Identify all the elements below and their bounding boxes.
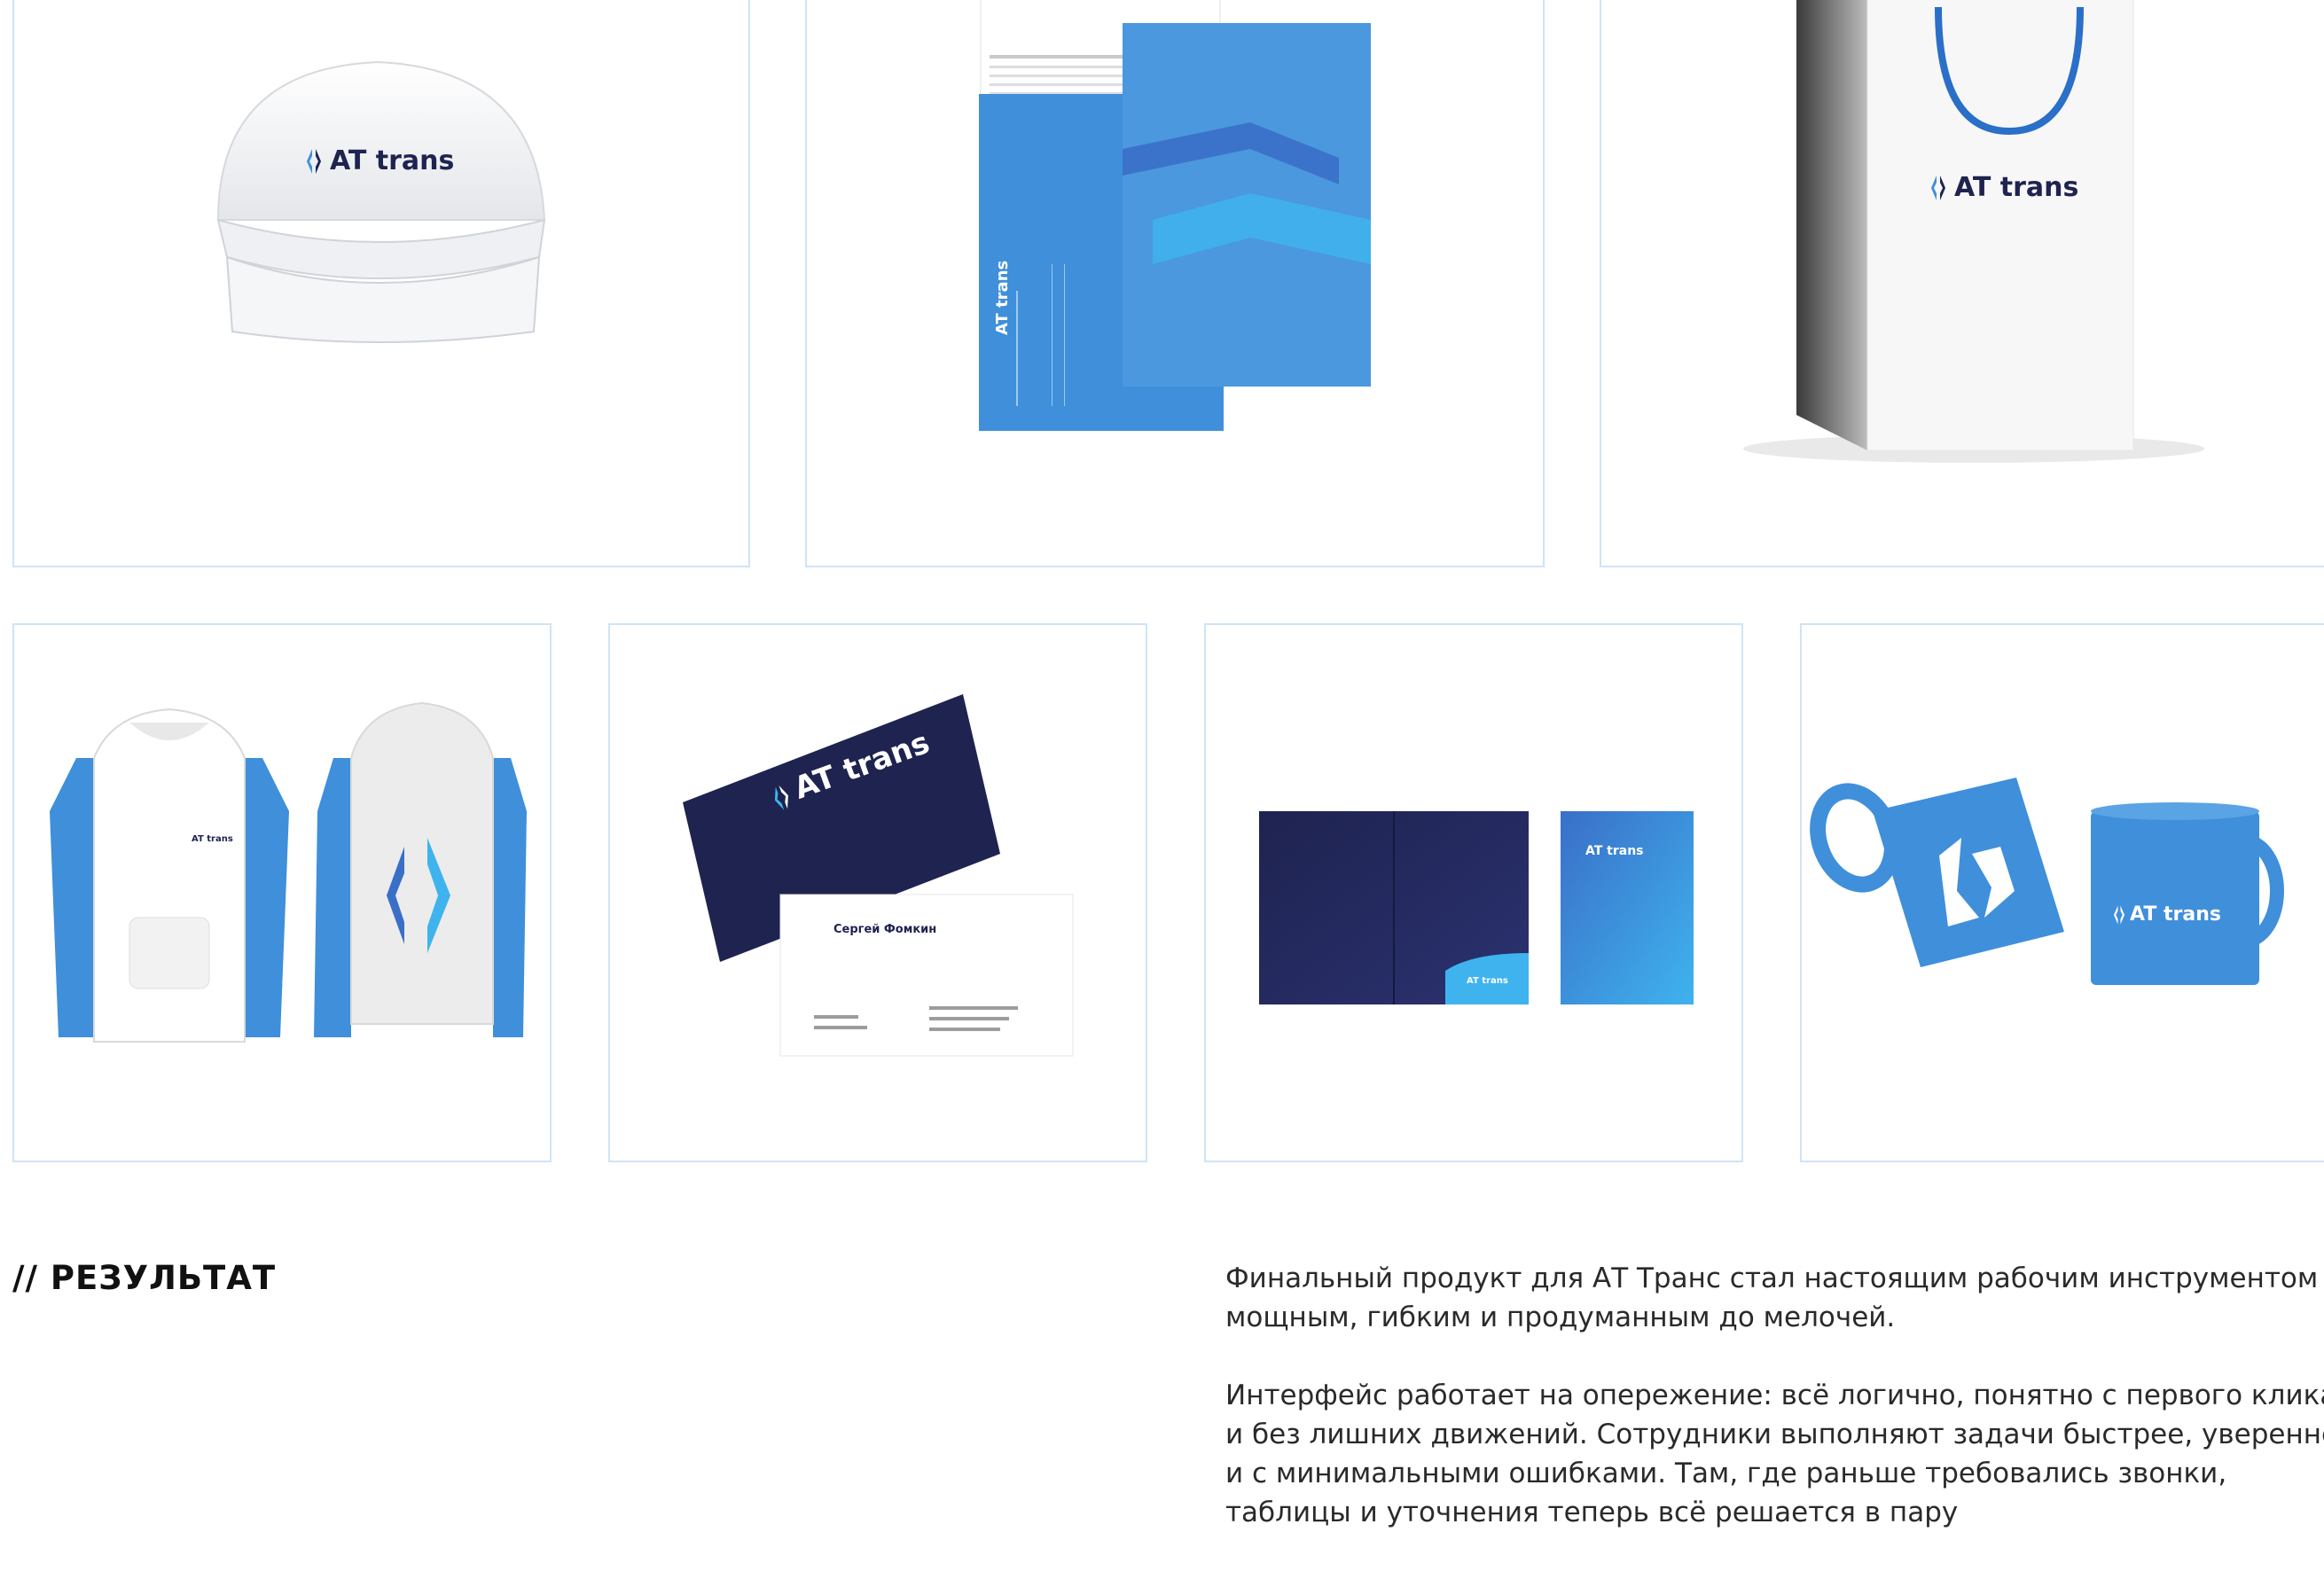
business-cards-illustration: [683, 694, 1074, 1057]
merch-card-bag: AT trans: [1600, 0, 2324, 567]
merch-card-folder: AT trans AT trans: [1204, 623, 1743, 1162]
result-paragraph-1: Финальный продукт для АТ Транс стал наст…: [1225, 1262, 2324, 1333]
merch-card-cap: AT trans: [12, 0, 750, 567]
cap-logo: AT trans: [307, 145, 454, 176]
folder-pocket-logo: AT trans: [1467, 976, 1508, 986]
result-section-title: // РЕЗУЛЬТАТ: [12, 1259, 277, 1297]
mugs-illustration: [1810, 778, 2284, 985]
mug-logo: AT trans: [2114, 903, 2221, 926]
stationery-illustration: [979, 0, 1371, 431]
bag-logo: AT trans: [1931, 172, 2078, 203]
envelope-logo: AT trans: [993, 260, 1012, 335]
at-trans-logo-mark-icon: [1931, 175, 1945, 200]
result-description: Финальный продукт для АТ Транс стал наст…: [1225, 1259, 2324, 1571]
merch-card-hoodies: AT trans: [12, 623, 552, 1162]
hoodies-illustration: [50, 701, 527, 1043]
merch-card-business-cards: AT trans Сергей Фомкин: [608, 623, 1147, 1162]
merch-card-mugs: AT trans: [1800, 623, 2324, 1162]
business-card-person-name: Сергей Фомкин: [833, 923, 937, 936]
at-trans-logo-mark-icon: [307, 148, 321, 174]
bag-illustration: [1743, 0, 2204, 463]
cap-illustration: [216, 60, 546, 343]
hoodie-logo: AT trans: [192, 834, 233, 844]
result-paragraph-2: Интерфейс работает на опережение: всё ло…: [1225, 1380, 2324, 1528]
at-trans-logo-mark-icon: [2114, 905, 2124, 925]
folder-illustration: [1259, 811, 1694, 1004]
merch-card-stationery: AT trans: [805, 0, 1545, 567]
folder-brochure-logo: AT trans: [1585, 844, 1644, 858]
